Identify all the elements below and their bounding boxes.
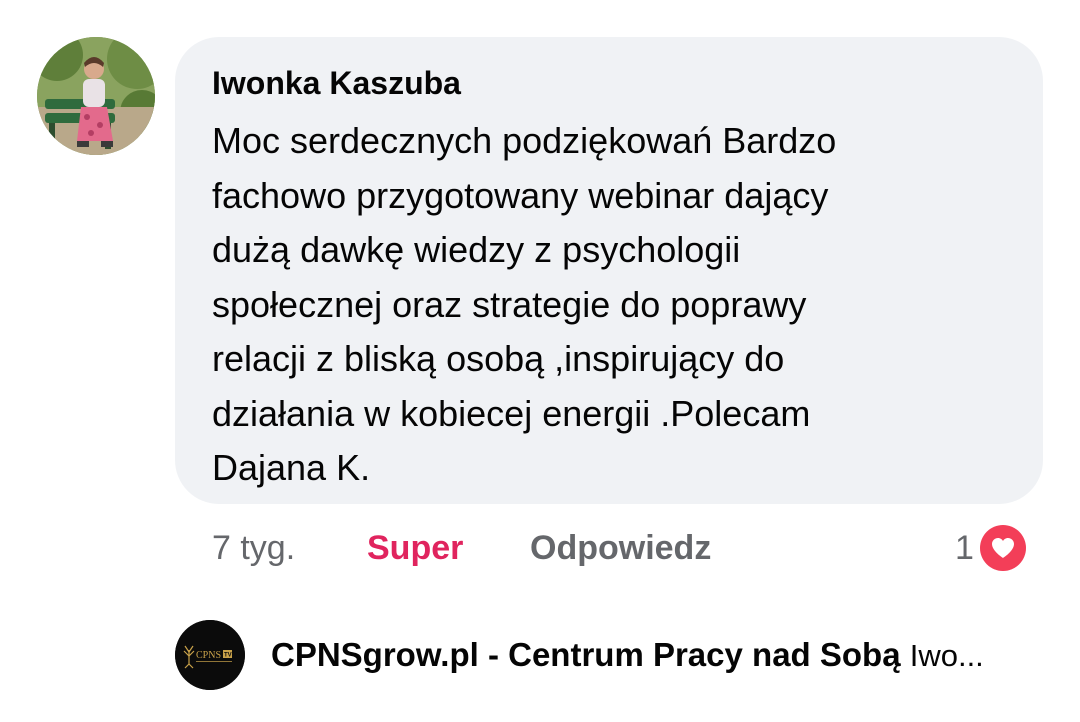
reply-preview-row[interactable]: CPNS TV CPNSgrow.pl - Centrum Pracy nad … [175, 618, 1045, 692]
comment-bubble: Iwonka Kaszuba Moc serdecznych podziękow… [175, 37, 1043, 504]
comment-timestamp[interactable]: 7 tyg. [212, 526, 295, 570]
comment-text-line: dużą dawkę wiedzy z psychologii [212, 229, 741, 270]
comment-text-line: działania w kobiecej energii .Polecam [212, 392, 811, 434]
reply-preview-text[interactable]: CPNSgrow.pl - Centrum Pracy nad Sobą Iwo… [271, 633, 1045, 678]
page-avatar[interactable]: CPNS TV [175, 620, 245, 690]
comment-text-line: Dajana K. [212, 447, 371, 488]
cpns-logo-icon: CPNS TV [175, 620, 245, 690]
comment-text-line: społecznej oraz strategie do poprawy [212, 283, 807, 325]
commenter-avatar[interactable] [37, 37, 155, 155]
comment-text-line: Moc serdecznych podziękowań Bardzo [212, 120, 837, 161]
comment-text-line: relacji z bliską osobą ,inspirujący do [212, 338, 785, 379]
reaction-summary[interactable]: 1 [955, 522, 1029, 574]
svg-text:TV: TV [224, 653, 232, 659]
reply-snippet: Iwo... [909, 638, 984, 673]
commenter-photo [37, 37, 155, 155]
reaction-button[interactable]: Super [367, 526, 463, 570]
reply-button[interactable]: Odpowiedz [530, 526, 711, 570]
heart-icon [976, 522, 1029, 574]
comment-author[interactable]: Iwonka Kaszuba [212, 63, 1007, 103]
reaction-count: 1 [955, 529, 974, 567]
svg-text:CPNS: CPNS [196, 650, 221, 661]
comment-text-line: fachowo przygotowany webinar dający [212, 174, 829, 216]
comment-text: Moc serdecznych podziękowań Bardzo facho… [212, 114, 1007, 496]
reply-author[interactable]: CPNSgrow.pl - Centrum Pracy nad Sobą [271, 636, 901, 673]
